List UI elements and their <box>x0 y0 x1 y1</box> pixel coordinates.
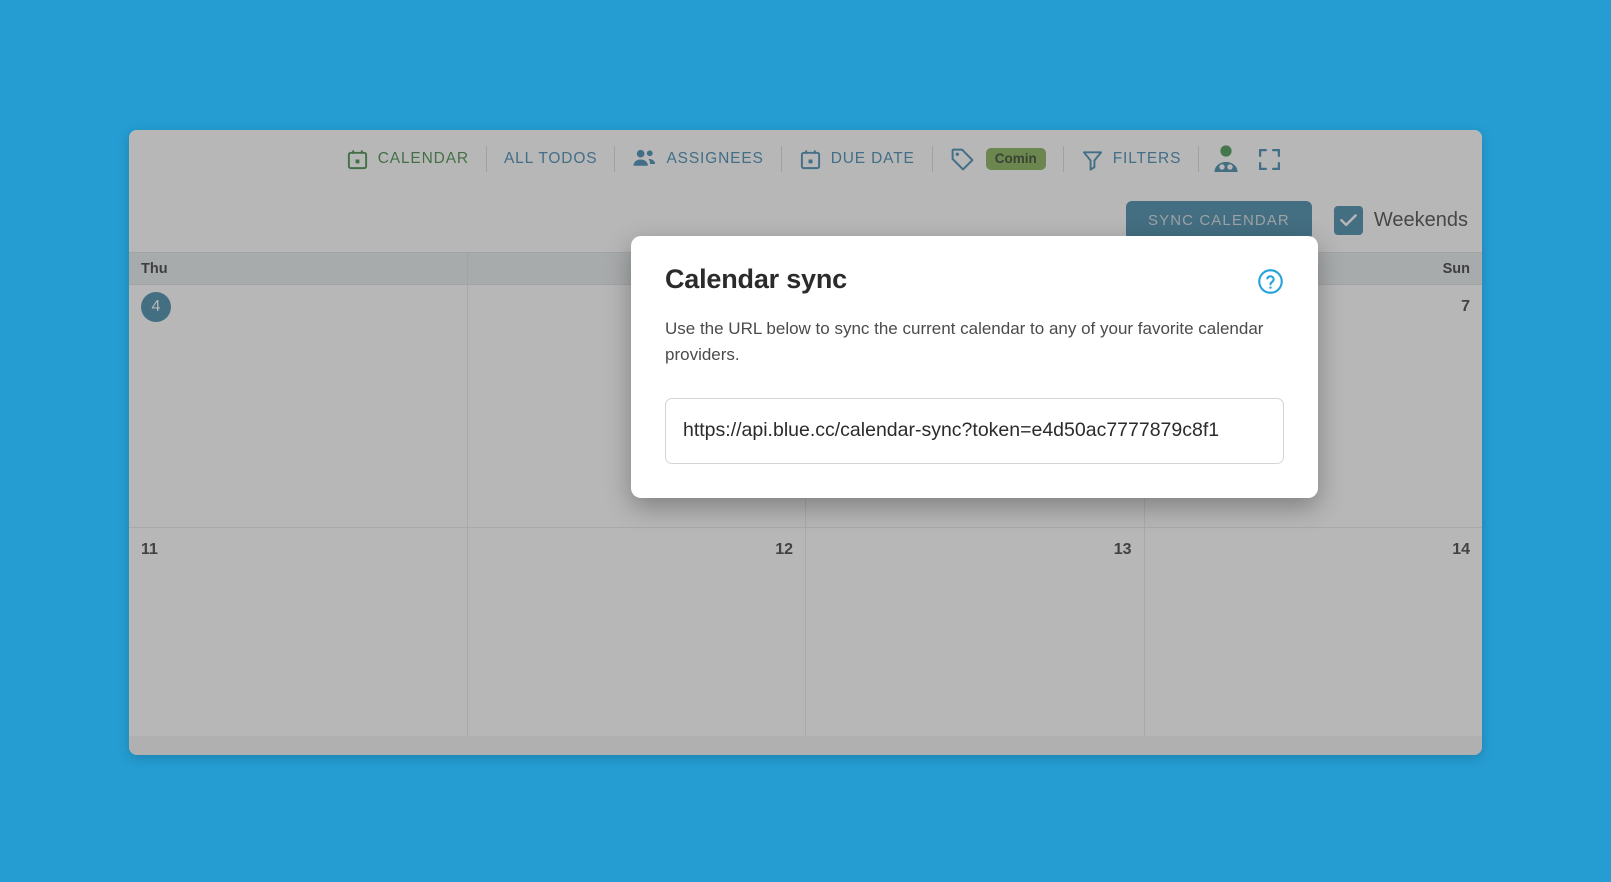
calendar-week-row: 11 12 13 14 <box>129 528 1482 736</box>
toolbar-item-due-date[interactable]: DUE DATE <box>782 139 932 179</box>
toolbar-item-all-todos[interactable]: ALL TODOS <box>487 139 615 179</box>
people-icon <box>632 148 657 170</box>
calendar-date-icon <box>799 148 822 171</box>
tag-icon <box>950 147 975 172</box>
calendar-day-cell[interactable]: 4 <box>129 285 468 527</box>
dialog-description: Use the URL below to sync the current ca… <box>665 319 1264 364</box>
weekends-toggle[interactable]: Weekends <box>1333 205 1468 235</box>
toolbar-label-filters: FILTERS <box>1112 150 1182 167</box>
dialog-title: Calendar sync <box>665 264 847 294</box>
tag-badge-comin[interactable]: Comin <box>985 147 1046 171</box>
help-circle-icon[interactable] <box>1257 268 1284 300</box>
calendar-day-cell[interactable]: 13 <box>806 528 1145 736</box>
day-number: 14 <box>1452 541 1470 558</box>
sync-url-value: https://api.blue.cc/calendar-sync?token=… <box>683 419 1220 442</box>
weekends-label: Weekends <box>1373 208 1468 231</box>
toolbar-label-calendar: CALENDAR <box>377 150 469 167</box>
sync-calendar-button[interactable]: SYNC CALENDAR <box>1126 200 1312 240</box>
day-number: 13 <box>1113 541 1132 558</box>
sync-url-field[interactable]: https://api.blue.cc/calendar-sync?token=… <box>665 397 1284 464</box>
dialog-header: Calendar sync <box>665 264 1284 300</box>
day-number: 7 <box>1461 298 1470 315</box>
toolbar-label-due-date: DUE DATE <box>830 150 915 167</box>
toolbar-item-calendar[interactable]: CALENDAR <box>329 139 486 179</box>
toolbar-label-all-todos: ALL TODOS <box>503 150 598 167</box>
day-header-thu: Thu <box>129 253 468 284</box>
toolbar-item-tag[interactable]: Comin <box>933 139 1063 179</box>
day-number: 11 <box>141 541 158 558</box>
toolbar-item-assignees[interactable]: ASSIGNEES <box>615 139 780 179</box>
weekends-checkbox[interactable] <box>1333 205 1363 235</box>
day-number: 12 <box>775 541 793 558</box>
day-number-today: 4 <box>141 292 171 322</box>
calendar-day-cell[interactable]: 11 <box>129 528 468 736</box>
calendar-day-cell[interactable]: 14 <box>1145 528 1483 736</box>
funnel-icon <box>1081 148 1104 171</box>
toolbar-label-assignees: ASSIGNEES <box>666 150 764 167</box>
calendar-sync-dialog: Calendar sync Use the URL below to sync … <box>631 236 1318 498</box>
toolbar-right-actions <box>1199 144 1282 174</box>
fullscreen-icon[interactable] <box>1257 147 1282 172</box>
calendar-day-cell[interactable]: 12 <box>468 528 806 736</box>
user-avatar-icon[interactable] <box>1211 144 1241 174</box>
calendar-icon <box>346 148 369 171</box>
toolbar-item-filters[interactable]: FILTERS <box>1064 139 1199 179</box>
top-toolbar: CALENDAR ALL TODOS ASSIGNEES DUE DATE Co… <box>129 130 1482 188</box>
